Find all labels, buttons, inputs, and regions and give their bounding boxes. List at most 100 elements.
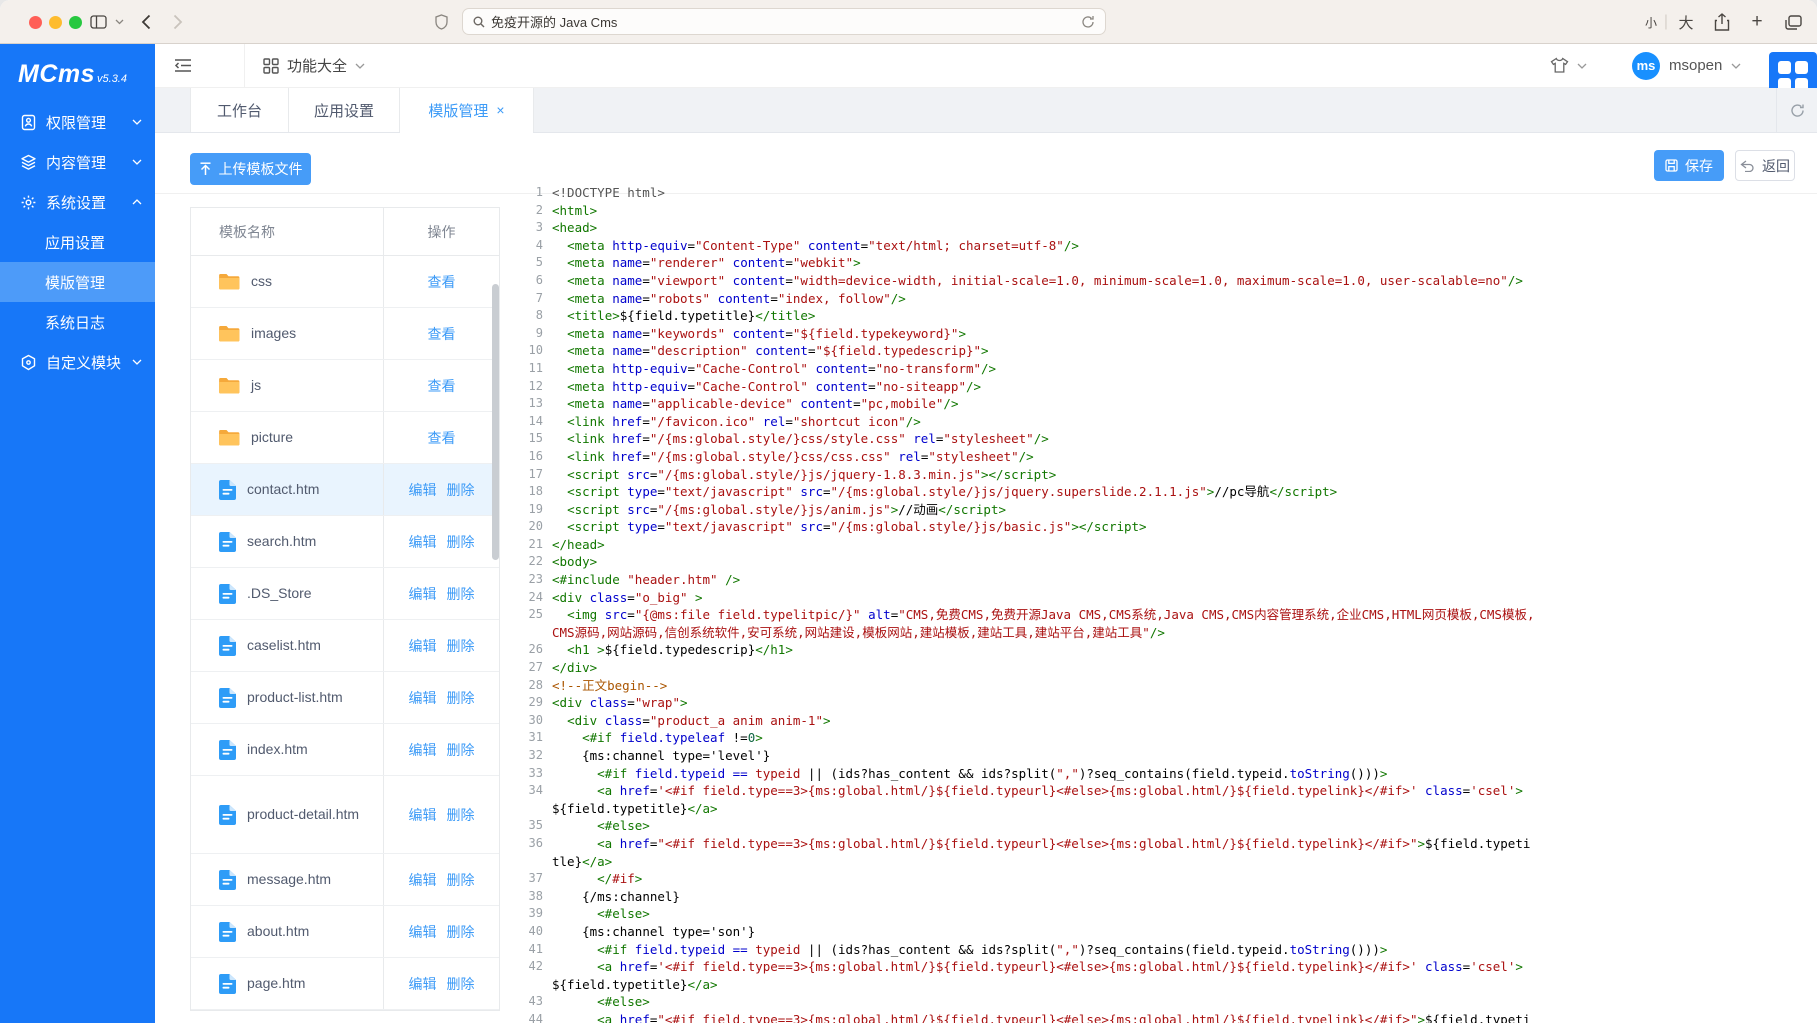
- code-line-15[interactable]: 15 <link href="/{ms:global.style/}css/st…: [505, 430, 1817, 448]
- code-line-44[interactable]: 44 <a href="<#if field.type==3>{ms:globa…: [505, 1011, 1817, 1023]
- code-line-3[interactable]: 3<head>: [505, 219, 1817, 237]
- code-line-40[interactable]: 40 {ms:channel type='son'}: [505, 923, 1817, 941]
- sidebar-item-3[interactable]: 系统设置: [0, 182, 155, 222]
- new-tab-button[interactable]: +: [1747, 0, 1767, 44]
- code-line-43[interactable]: 43 <#else>: [505, 993, 1817, 1011]
- reload-icon[interactable]: [1081, 15, 1095, 29]
- code-line-23[interactable]: 23<#include "header.htm" />: [505, 571, 1817, 589]
- browser-forward-button[interactable]: [168, 0, 188, 44]
- delete-link[interactable]: 删除: [447, 922, 475, 942]
- code-line-20[interactable]: 20 <script type="text/javascript" src="/…: [505, 518, 1817, 536]
- code-line-36[interactable]: 36 <a href="<#if field.type==3>{ms:globa…: [505, 835, 1817, 870]
- upload-template-button[interactable]: 上传模板文件: [190, 153, 311, 185]
- window-zoom-button[interactable]: [69, 16, 82, 29]
- table-row-message.htm[interactable]: message.htm编辑删除: [191, 854, 499, 906]
- tab-工作台[interactable]: 工作台: [190, 88, 289, 132]
- code-line-26[interactable]: 26 <h1 >${field.typedescrip}</h1>: [505, 641, 1817, 659]
- code-line-22[interactable]: 22<body>: [505, 553, 1817, 571]
- sidebar-subitem-系统日志[interactable]: 系统日志: [0, 302, 155, 342]
- code-line-33[interactable]: 33 <#if field.typeid == typeid || (ids?h…: [505, 765, 1817, 783]
- table-row-page.htm[interactable]: page.htm编辑删除: [191, 958, 499, 1010]
- code-line-37[interactable]: 37 </#if>: [505, 870, 1817, 888]
- table-row-.DS_Store[interactable]: .DS_Store编辑删除: [191, 568, 499, 620]
- code-line-11[interactable]: 11 <meta http-equiv="Cache-Control" cont…: [505, 360, 1817, 378]
- delete-link[interactable]: 删除: [447, 805, 475, 825]
- app-menu-trigger[interactable]: 功能大全: [263, 44, 365, 87]
- user-menu[interactable]: ms msopen: [1632, 44, 1741, 87]
- view-link[interactable]: 查看: [428, 272, 456, 292]
- tab-overview-icon[interactable]: [1782, 0, 1804, 44]
- window-minimize-button[interactable]: [49, 16, 62, 29]
- table-row-images[interactable]: images查看: [191, 308, 499, 360]
- delete-link[interactable]: 删除: [447, 480, 475, 500]
- view-link[interactable]: 查看: [428, 428, 456, 448]
- code-line-24[interactable]: 24<div class="o_big" >: [505, 589, 1817, 607]
- code-line-34[interactable]: 34 <a href='<#if field.type==3>{ms:globa…: [505, 782, 1817, 817]
- code-line-27[interactable]: 27</div>: [505, 659, 1817, 677]
- close-icon[interactable]: ×: [496, 103, 504, 117]
- delete-link[interactable]: 删除: [447, 740, 475, 760]
- browser-back-button[interactable]: [136, 0, 156, 44]
- refresh-tab-button[interactable]: [1776, 88, 1817, 132]
- sidebar-item-4[interactable]: 自定义模块: [0, 342, 155, 382]
- code-line-18[interactable]: 18 <script type="text/javascript" src="/…: [505, 483, 1817, 501]
- edit-link[interactable]: 编辑: [409, 532, 437, 552]
- view-link[interactable]: 查看: [428, 324, 456, 344]
- code-line-2[interactable]: 2<html>: [505, 202, 1817, 220]
- code-line-14[interactable]: 14 <link href="/favicon.ico" rel="shortc…: [505, 413, 1817, 431]
- view-link[interactable]: 查看: [428, 376, 456, 396]
- code-line-31[interactable]: 31 <#if field.typeleaf !=0>: [505, 729, 1817, 747]
- edit-link[interactable]: 编辑: [409, 870, 437, 890]
- text-smaller-button[interactable]: 小: [1642, 0, 1660, 44]
- edit-link[interactable]: 编辑: [409, 688, 437, 708]
- table-row-contact.htm[interactable]: contact.htm编辑删除: [191, 464, 499, 516]
- code-line-42[interactable]: 42 <a href='<#if field.type==3>{ms:globa…: [505, 958, 1817, 993]
- code-line-5[interactable]: 5 <meta name="renderer" content="webkit"…: [505, 254, 1817, 272]
- chevron-down-icon[interactable]: [112, 0, 126, 44]
- edit-link[interactable]: 编辑: [409, 974, 437, 994]
- code-line-41[interactable]: 41 <#if field.typeid == typeid || (ids?h…: [505, 941, 1817, 959]
- table-row-picture[interactable]: picture查看: [191, 412, 499, 464]
- code-line-38[interactable]: 38 {/ms:channel}: [505, 888, 1817, 906]
- code-line-19[interactable]: 19 <script src="/{ms:global.style/}js/an…: [505, 501, 1817, 519]
- code-line-9[interactable]: 9 <meta name="keywords" content="${field…: [505, 325, 1817, 343]
- tab-模版管理[interactable]: 模版管理×: [400, 88, 534, 132]
- edit-link[interactable]: 编辑: [409, 805, 437, 825]
- window-close-button[interactable]: [29, 16, 42, 29]
- code-line-8[interactable]: 8 <title>${field.typetitle}</title>: [505, 307, 1817, 325]
- theme-switcher[interactable]: [1550, 44, 1587, 87]
- sidebar-collapse-icon[interactable]: [174, 58, 192, 73]
- delete-link[interactable]: 删除: [447, 532, 475, 552]
- edit-link[interactable]: 编辑: [409, 636, 437, 656]
- delete-link[interactable]: 删除: [447, 584, 475, 604]
- code-line-16[interactable]: 16 <link href="/{ms:global.style/}css/cs…: [505, 448, 1817, 466]
- table-row-caselist.htm[interactable]: caselist.htm编辑删除: [191, 620, 499, 672]
- code-line-21[interactable]: 21</head>: [505, 536, 1817, 554]
- file-list-scrollbar[interactable]: [492, 284, 499, 560]
- address-bar[interactable]: 免疫开源的 Java Cms: [462, 8, 1106, 35]
- sidebar-subitem-应用设置[interactable]: 应用设置: [0, 222, 155, 262]
- table-row-search.htm[interactable]: search.htm编辑删除: [191, 516, 499, 568]
- save-button[interactable]: 保存: [1654, 150, 1724, 181]
- code-line-29[interactable]: 29<div class="wrap">: [505, 694, 1817, 712]
- edit-link[interactable]: 编辑: [409, 584, 437, 604]
- table-row-css[interactable]: css查看: [191, 256, 499, 308]
- code-line-12[interactable]: 12 <meta http-equiv="Cache-Control" cont…: [505, 378, 1817, 396]
- sidebar-item-1[interactable]: 权限管理: [0, 102, 155, 142]
- code-line-28[interactable]: 28<!--正文begin-->: [505, 677, 1817, 695]
- code-line-30[interactable]: 30 <div class="product_a anim anim-1">: [505, 712, 1817, 730]
- table-row-product-detail.htm[interactable]: product-detail.htm编辑删除: [191, 776, 499, 854]
- edit-link[interactable]: 编辑: [409, 922, 437, 942]
- table-row-js[interactable]: js查看: [191, 360, 499, 412]
- code-line-25[interactable]: 25 <img src="{@ms:file field.typelitpic/…: [505, 606, 1817, 641]
- table-row-about.htm[interactable]: about.htm编辑删除: [191, 906, 499, 958]
- code-line-10[interactable]: 10 <meta name="description" content="${f…: [505, 342, 1817, 360]
- delete-link[interactable]: 删除: [447, 870, 475, 890]
- edit-link[interactable]: 编辑: [409, 480, 437, 500]
- template-code-editor[interactable]: 1<!DOCTYPE html>2<html>3<head>4 <meta ht…: [505, 180, 1817, 1023]
- code-line-4[interactable]: 4 <meta http-equiv="Content-Type" conten…: [505, 237, 1817, 255]
- tab-应用设置[interactable]: 应用设置: [289, 88, 400, 132]
- sidebar-subitem-模版管理[interactable]: 模版管理: [0, 262, 155, 302]
- code-line-13[interactable]: 13 <meta name="applicable-device" conten…: [505, 395, 1817, 413]
- edit-link[interactable]: 编辑: [409, 740, 437, 760]
